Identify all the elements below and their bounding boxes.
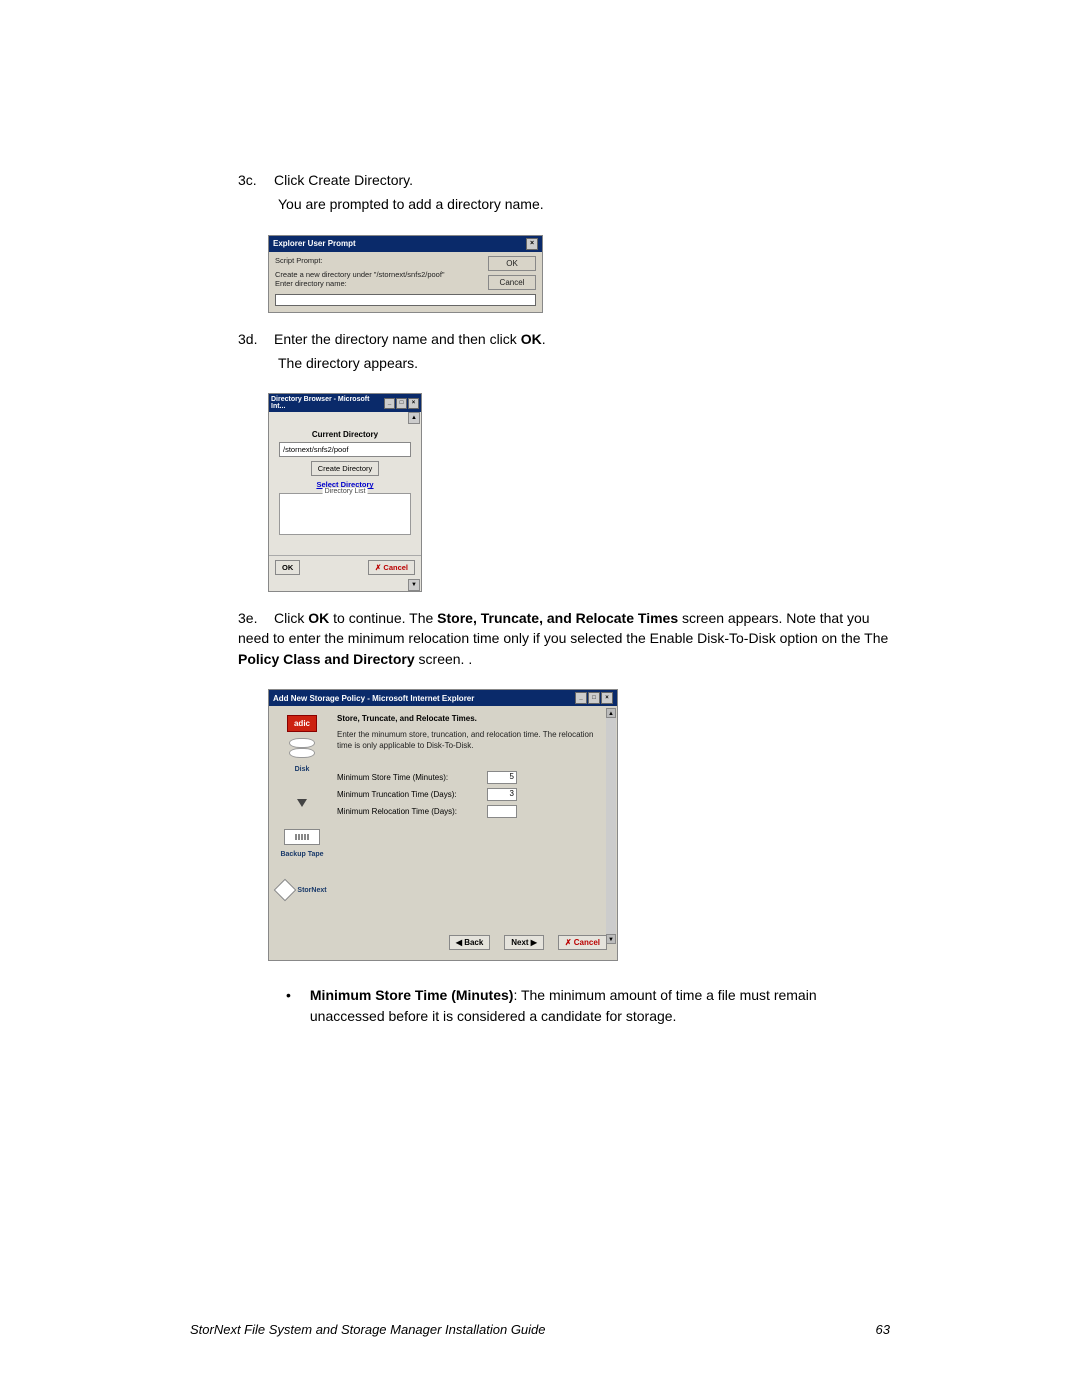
scrollbar[interactable]: ▲ ▼: [606, 708, 616, 944]
create-directory-button[interactable]: Create Directory: [311, 461, 380, 476]
directory-list-label: Directory List: [323, 488, 368, 495]
cancel-button[interactable]: ✗ Cancel: [368, 560, 415, 575]
back-button[interactable]: ◀ Back: [449, 935, 491, 950]
min-relocation-time-label: Minimum Relocation Time (Days):: [337, 807, 487, 816]
step-3e: 3e.Click OK to continue. The Store, Trun…: [238, 608, 890, 669]
step-text-bold: OK: [521, 331, 542, 347]
disk-label: Disk: [295, 766, 310, 773]
bullet-item: • Minimum Store Time (Minutes): The mini…: [286, 985, 890, 1026]
minimize-icon[interactable]: _: [575, 692, 587, 704]
min-relocation-time-input[interactable]: [487, 805, 517, 818]
step-num: 3c.: [238, 170, 274, 190]
stornext-icon: [274, 879, 297, 902]
bullet-icon: •: [286, 985, 306, 1005]
policy-title: Add New Storage Policy - Microsoft Inter…: [273, 694, 474, 703]
disk-icon: [289, 738, 315, 760]
storage-policy-screenshot: Add New Storage Policy - Microsoft Inter…: [268, 689, 618, 961]
next-button[interactable]: Next ▶: [504, 935, 544, 950]
directory-name-input[interactable]: [275, 294, 536, 306]
step-text-pre: Enter the directory name and then click: [274, 331, 521, 347]
footer-title: StorNext File System and Storage Manager…: [190, 1322, 546, 1337]
ok-button[interactable]: OK: [275, 560, 300, 575]
step-3d-sub: The directory appears.: [278, 353, 890, 373]
min-truncation-time-input[interactable]: 3: [487, 788, 517, 801]
step-3c: 3c.Click Create Directory.: [238, 170, 890, 190]
scroll-up-icon[interactable]: ▲: [606, 708, 616, 718]
section-title: Store, Truncate, and Relocate Times.: [337, 714, 607, 723]
min-store-time-label: Minimum Store Time (Minutes):: [337, 773, 487, 782]
footer-page-number: 63: [876, 1322, 890, 1337]
close-icon[interactable]: ×: [526, 238, 538, 250]
minimize-icon[interactable]: _: [384, 398, 395, 409]
step-text: Click Create Directory.: [274, 172, 413, 188]
tape-icon: [284, 829, 320, 845]
bullet-bold: Minimum Store Time (Minutes): [310, 987, 514, 1003]
directory-list[interactable]: Directory List: [279, 493, 411, 535]
policy-titlebar: Add New Storage Policy - Microsoft Inter…: [269, 690, 617, 706]
min-truncation-time-label: Minimum Truncation Time (Days):: [337, 790, 487, 799]
step-3c-sub: You are prompted to add a directory name…: [278, 194, 890, 214]
prompt-title: Explorer User Prompt: [273, 239, 356, 248]
scroll-down-icon[interactable]: ▼: [606, 934, 616, 944]
scroll-up-icon[interactable]: ▲: [408, 412, 420, 424]
step-3d: 3d.Enter the directory name and then cli…: [238, 329, 890, 349]
current-directory-label: Current Directory: [275, 430, 415, 439]
min-store-time-input[interactable]: 5: [487, 771, 517, 784]
prompt-titlebar: Explorer User Prompt ×: [269, 236, 542, 252]
maximize-icon[interactable]: □: [396, 398, 407, 409]
page-footer: StorNext File System and Storage Manager…: [190, 1322, 890, 1337]
step-text-post: .: [542, 331, 546, 347]
arrow-down-icon: [297, 799, 307, 807]
scroll-down-icon[interactable]: ▼: [408, 579, 420, 591]
wizard-sidebar: adic Disk Backup Tape StorNext: [273, 710, 331, 926]
cancel-button[interactable]: ✗ Cancel: [558, 935, 607, 950]
browser-titlebar: Directory Browser - Microsoft Int... _ □…: [269, 394, 421, 412]
stornext-label: StorNext: [297, 887, 326, 894]
adic-logo: adic: [287, 715, 317, 732]
current-directory-input[interactable]: /stornext/snfs2/poof: [279, 442, 411, 457]
section-description: Enter the minumum store, truncation, and…: [337, 729, 607, 751]
directory-browser-screenshot: Directory Browser - Microsoft Int... _ □…: [268, 393, 422, 592]
step-num: 3d.: [238, 329, 274, 349]
close-icon[interactable]: ×: [601, 692, 613, 704]
browser-title: Directory Browser - Microsoft Int...: [271, 396, 384, 410]
ok-button[interactable]: OK: [488, 256, 536, 271]
step-num: 3e.: [238, 608, 274, 628]
explorer-prompt-screenshot: Explorer User Prompt × Script Prompt: Cr…: [268, 235, 543, 313]
tape-label: Backup Tape: [280, 851, 323, 858]
maximize-icon[interactable]: □: [588, 692, 600, 704]
cancel-button[interactable]: Cancel: [488, 275, 536, 290]
close-icon[interactable]: ×: [408, 398, 419, 409]
